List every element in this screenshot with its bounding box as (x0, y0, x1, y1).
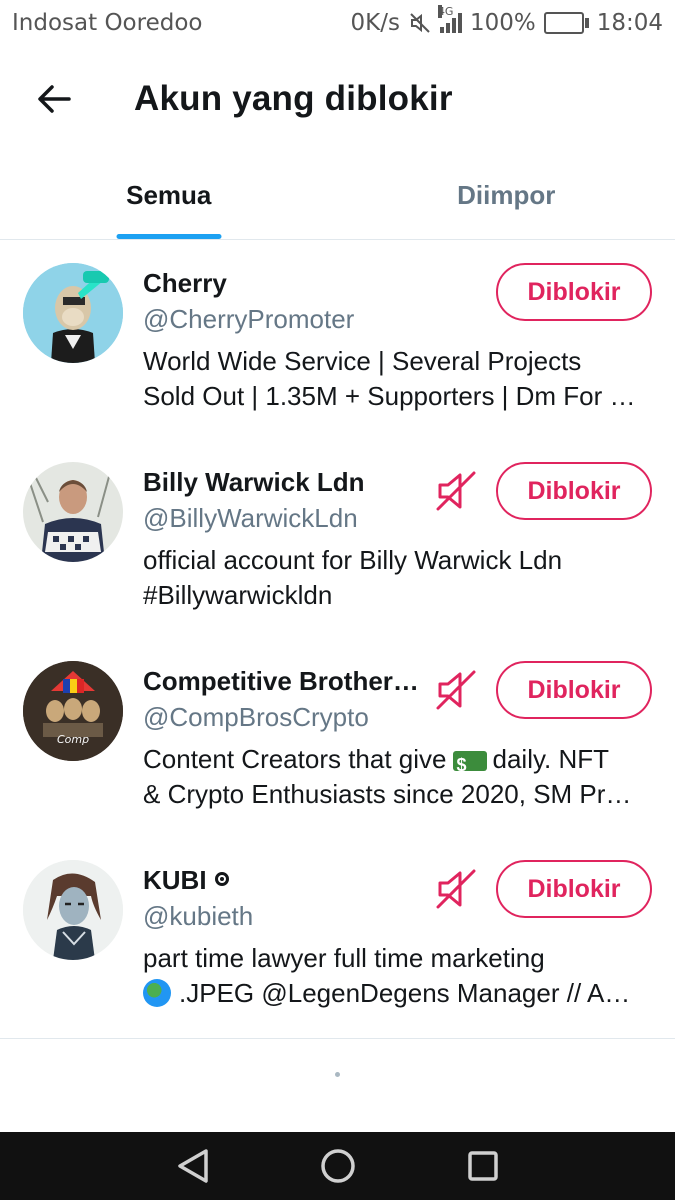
bio-line: official account for Billy Warwick Ldn (143, 545, 563, 575)
bio-line: .JPEG @LegenDegens Manager // A… (143, 976, 658, 1011)
muted-speaker-icon[interactable] (434, 867, 478, 911)
square-recents-icon (467, 1151, 498, 1181)
account-name: KUBI (143, 865, 229, 896)
arrow-left-icon (38, 85, 71, 113)
account-bio: Content Creators that give daily. NFT & C… (143, 742, 658, 812)
tab-semua[interactable]: Semua (0, 152, 338, 239)
triangle-back-icon (177, 1149, 208, 1183)
battery-percent: 100% (469, 10, 536, 36)
muted-speaker-icon[interactable] (434, 469, 478, 513)
tab-bar: Semua Diimpor (0, 152, 675, 240)
blocked-button[interactable]: Diblokir (496, 860, 652, 918)
avatar[interactable] (23, 860, 123, 960)
account-handle: @BillyWarwickLdn (143, 503, 358, 533)
blocked-accounts-list: Cherry @CherryPromoter World Wide Servic… (0, 240, 675, 1036)
account-bio: part time lawyer full time marketing .JP… (143, 941, 658, 1011)
account-bio: World Wide Service | Several Projects So… (143, 344, 658, 414)
account-handle: @CherryPromoter (143, 304, 355, 334)
account-handle: @kubieth (143, 901, 254, 931)
back-button[interactable] (24, 69, 84, 129)
list-item[interactable]: KUBI @kubieth part time lawyer full time… (0, 837, 675, 1036)
active-tab-indicator (116, 234, 222, 239)
blocked-button[interactable]: Diblokir (496, 263, 652, 321)
status-right: 0K/s 4G 100% 18:04 (350, 5, 663, 36)
avatar[interactable]: Comp (23, 661, 123, 761)
bio-line: World Wide Service | Several Projects (143, 346, 582, 376)
globe-emoji-icon (143, 979, 171, 1008)
bio-text: .JPEG @LegenDegens Manager // A… (179, 978, 631, 1008)
bio-line: #Billywarwickldn (143, 580, 333, 610)
money-emoji-icon (452, 748, 487, 777)
tab-label: Diimpor (457, 180, 556, 210)
network-speed: 0K/s (350, 10, 400, 36)
list-item[interactable]: Cherry @CherryPromoter World Wide Servic… (0, 240, 675, 439)
signal-icon: 4G (437, 5, 462, 33)
loading-indicator (335, 1072, 340, 1077)
list-item[interactable]: Comp Competitive Brother… @CompBrosCrypt… (0, 638, 675, 837)
ape-avatar-image (23, 263, 123, 363)
list-divider (0, 1038, 675, 1039)
person-avatar-image (23, 462, 123, 562)
badge-icon (214, 872, 229, 887)
app-header: Akun yang diblokir (0, 46, 675, 152)
account-name: Cherry (143, 268, 227, 298)
circle-home-icon (320, 1149, 355, 1183)
illustrated-avatar-image (23, 860, 123, 960)
tab-diimpor[interactable]: Diimpor (338, 152, 675, 239)
account-bio: official account for Billy Warwick Ldn #… (143, 543, 658, 613)
muted-speaker-icon[interactable] (434, 668, 478, 712)
blocked-button[interactable]: Diblokir (496, 462, 652, 520)
nav-back-button[interactable] (168, 1141, 218, 1191)
avatar[interactable] (23, 462, 123, 562)
svg-text:Comp: Comp (57, 733, 89, 746)
network-type: 4G (437, 5, 454, 18)
status-bar: Indosat Ooredoo 0K/s 4G 100% 18:04 (0, 0, 675, 46)
battery-icon (543, 12, 589, 34)
blocked-button[interactable]: Diblokir (496, 661, 652, 719)
mute-status-icon (410, 13, 430, 33)
bio-text: daily. NFT (492, 744, 610, 774)
list-item[interactable]: Billy Warwick Ldn @BillyWarwickLdn offic… (0, 439, 675, 638)
account-name: Competitive Brother… (143, 666, 419, 696)
group-logo-avatar-image: Comp (23, 661, 123, 761)
bio-line: part time lawyer full time marketing (143, 943, 545, 973)
account-name-text: KUBI (143, 865, 207, 895)
avatar[interactable] (23, 263, 123, 363)
nav-home-button[interactable] (313, 1141, 363, 1191)
bio-line: & Crypto Enthusiasts since 2020, SM Pr… (143, 779, 632, 809)
bio-line: Sold Out | 1.35M + Supporters | Dm For … (143, 381, 636, 411)
account-handle: @CompBrosCrypto (143, 702, 369, 732)
account-name: Billy Warwick Ldn (143, 467, 365, 497)
carrier-name: Indosat Ooredoo (12, 10, 203, 36)
tab-label: Semua (126, 180, 212, 210)
bio-text: Content Creators that give (143, 744, 447, 774)
system-nav-bar (0, 1132, 675, 1200)
bio-line: Content Creators that give daily. NFT (143, 742, 658, 777)
nav-recents-button[interactable] (458, 1141, 508, 1191)
page-title: Akun yang diblokir (134, 79, 453, 118)
clock: 18:04 (596, 10, 663, 36)
